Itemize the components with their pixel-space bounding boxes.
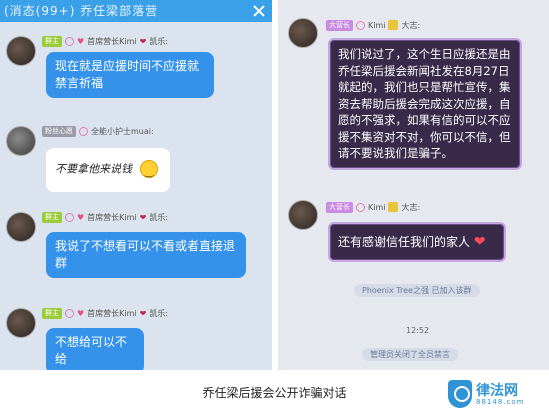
message-text: 不要拿他来说钱 — [55, 162, 132, 176]
vip-icon — [388, 202, 399, 212]
sender-name: Kimi — [368, 202, 386, 212]
sender-suffix: 凯乐: — [149, 212, 169, 222]
avatar[interactable] — [288, 18, 318, 48]
watermark-subtitle: 88148.com — [476, 398, 525, 406]
level-icon — [65, 308, 74, 318]
smiley-emoji-icon — [139, 160, 158, 181]
chat-header-title: (消态(99+) 乔任梁部落营 — [4, 4, 159, 18]
role-tag: 大营长 — [326, 201, 353, 213]
role-tag: 大营长 — [326, 19, 353, 31]
right-chat-panel: 大营长 Kimi 大志: 我们说过了，这个生日应援还是由乔任梁后援会新闻社发在8… — [278, 0, 549, 370]
sender-name: 首席营长Kimi — [87, 308, 137, 318]
message-bubble[interactable]: 还有感谢信任我们的家人 ❤ — [328, 222, 506, 262]
lips-icon: ❤ — [139, 36, 147, 46]
avatar[interactable] — [288, 200, 318, 230]
left-chat-header: (消态(99+) 乔任梁部落营 — [0, 0, 272, 22]
message-meta: 大营长 Kimi 大志: — [326, 18, 420, 32]
message-bubble[interactable]: 不要拿他来说钱 — [46, 148, 170, 192]
shield-icon — [448, 380, 472, 408]
role-tag: 群主 — [42, 35, 62, 47]
vip-icon — [388, 20, 399, 30]
watermark-logo: 律法网 88148.com — [448, 376, 548, 414]
level-icon — [356, 20, 365, 30]
sender-suffix: 大志: — [401, 202, 421, 212]
message-meta: 群主 ♥ 首席营长Kimi ❤ 凯乐: — [42, 34, 168, 48]
message-meta: 群主 ♥ 首席营长Kimi ❤ 凯乐: — [42, 210, 168, 224]
role-tag: 粉丝心愿 — [42, 125, 76, 137]
message-timestamp: 12:52 — [406, 326, 430, 335]
sender-name: 首席营长Kimi — [87, 36, 137, 46]
screenshot-stage: (消态(99+) 乔任梁部落营 群主 ♥ 首席营长Kimi ❤ 凯乐: 现在就是… — [0, 0, 549, 416]
avatar[interactable] — [6, 308, 36, 338]
sender-suffix: 凯乐: — [149, 308, 169, 318]
role-tag: 群主 — [42, 307, 62, 319]
avatar[interactable] — [6, 36, 36, 66]
avatar[interactable] — [6, 126, 36, 156]
lips-icon: ❤ — [139, 308, 147, 318]
level-icon — [79, 126, 88, 136]
message-bubble[interactable]: 我说了不想看可以不看或者直接退群 — [46, 232, 246, 278]
left-chat-panel: (消态(99+) 乔任梁部落营 群主 ♥ 首席营长Kimi ❤ 凯乐: 现在就是… — [0, 0, 272, 370]
message-meta: 粉丝心愿 全能小护士muai: — [42, 124, 154, 138]
system-join-notice: Phoenix Tree之强 已加入该群 — [354, 284, 480, 297]
sender-name: 首席营长Kimi — [87, 212, 137, 222]
heart-icon: ♥ — [77, 36, 85, 46]
message-meta: 群主 ♥ 首席营长Kimi ❤ 凯乐: — [42, 306, 168, 320]
heart-icon: ♥ — [77, 212, 85, 222]
sender-name: Kimi — [368, 20, 386, 30]
level-icon — [65, 212, 74, 222]
message-bubble[interactable]: 不想给可以不给 — [46, 328, 144, 370]
level-icon — [356, 202, 365, 212]
system-notice: 管理员关闭了全员禁言 — [362, 348, 458, 361]
heart-icon: ♥ — [77, 308, 85, 318]
heart-icon: ❤ — [473, 234, 486, 250]
message-text: 还有感谢信任我们的家人 — [338, 235, 471, 249]
sender-name: 全能小护士muai: — [91, 126, 154, 136]
watermark-title: 律法网 — [476, 383, 518, 399]
sender-suffix: 大志: — [401, 20, 421, 30]
lips-icon: ❤ — [139, 212, 147, 222]
level-icon — [65, 36, 74, 46]
sender-suffix: 凯乐: — [149, 36, 169, 46]
message-bubble[interactable]: 我们说过了，这个生日应援还是由乔任梁后援会新闻社发在8月27日就起的，我们也只是… — [328, 38, 522, 170]
message-meta: 大营长 Kimi 大志: — [326, 200, 420, 214]
close-icon[interactable] — [252, 4, 266, 18]
avatar[interactable] — [6, 212, 36, 242]
role-tag: 群主 — [42, 211, 62, 223]
message-bubble[interactable]: 现在就是应援时间不应援就禁言祈福 — [46, 52, 214, 98]
